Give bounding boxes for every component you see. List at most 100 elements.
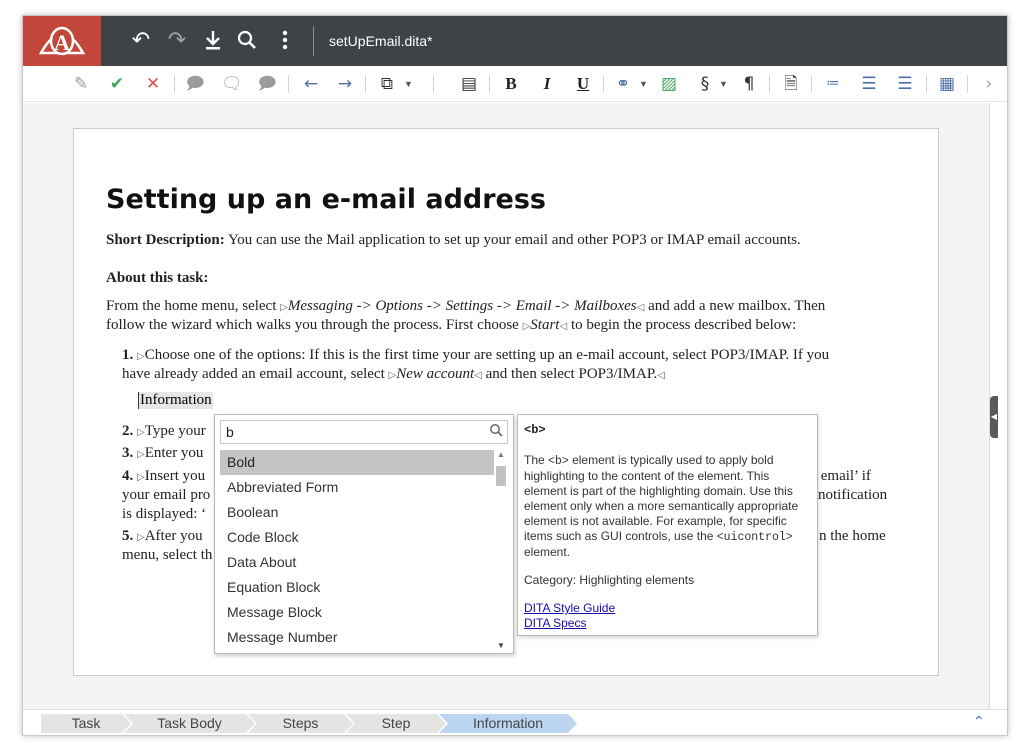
short-description-text[interactable]: You can use the Mail application to set … — [228, 232, 801, 248]
list-item[interactable]: Abbreviated Form — [220, 475, 494, 500]
accept-icon[interactable]: ✔ — [107, 73, 127, 95]
information-element[interactable]: Information — [138, 392, 213, 409]
section-icon[interactable]: § — [695, 73, 715, 95]
dita-specs-link[interactable]: DITA Specs — [524, 616, 811, 631]
breadcrumb-item-task[interactable]: Task — [41, 714, 131, 733]
list-item[interactable]: Equation Block — [220, 575, 494, 600]
editor-window: A ↶ ↷ setUpEmail.dita* ✎ ✔ ✕ 🗩 🗨 🗩 ← → ⧉… — [22, 15, 1008, 736]
breadcrumb-item-task-body[interactable]: Task Body — [124, 714, 255, 733]
svg-text:A: A — [54, 30, 70, 55]
link-icon[interactable]: ⚭ — [613, 73, 633, 95]
ordered-list-icon[interactable]: ☰ — [895, 73, 915, 95]
arrow-left-icon[interactable]: ← — [301, 73, 321, 95]
tag-open-icon: ▷ — [280, 302, 288, 313]
search-icon[interactable] — [489, 423, 503, 441]
comment-edit-icon[interactable]: 🗨 — [221, 73, 243, 95]
short-description[interactable]: Short Description: You can use the Mail … — [106, 231, 801, 250]
step-5[interactable]: 5. ▷After you — [122, 527, 203, 547]
list-item[interactable]: Message Number — [220, 625, 494, 650]
collapse-up-icon[interactable]: ⌃ — [973, 714, 985, 730]
comment-add-icon[interactable]: 🗩 — [185, 73, 205, 95]
step-5-line1-end-text[interactable]: n the home — [819, 528, 886, 544]
italic-icon[interactable]: I — [537, 73, 557, 95]
conref-icon[interactable]: 🗎 — [781, 73, 801, 95]
scroll-up-icon[interactable]: ▲ — [497, 450, 505, 459]
logo-icon[interactable]: A — [23, 16, 101, 66]
list-item[interactable]: Code Block — [220, 525, 494, 550]
step-1-line2-end[interactable]: and then select POP3/IMAP. — [486, 366, 658, 382]
menu-path[interactable]: Messaging -> Options -> Settings -> Emai… — [288, 298, 637, 314]
toolbar-separator — [433, 75, 434, 93]
step-5-line1-end[interactable]: n the home — [819, 527, 886, 546]
dita-style-guide-link[interactable]: DITA Style Guide — [524, 601, 811, 616]
bold-icon[interactable]: B — [501, 73, 521, 95]
tag-open-icon: ▷ — [137, 351, 145, 362]
scroll-thumb[interactable] — [496, 466, 506, 486]
breadcrumb: Task Task Body Steps Step Information ⌃ — [23, 709, 1007, 735]
step-4-line2-end-text[interactable]: notification — [818, 487, 887, 503]
paragraph-icon[interactable]: ¶ — [739, 73, 759, 95]
tag-close-icon: ◁ — [474, 370, 482, 381]
document-heading[interactable]: Setting up an e-mail address — [106, 184, 546, 215]
step-4-line2-end[interactable]: notification — [818, 486, 887, 505]
step-5-line1[interactable]: After you — [145, 528, 203, 544]
step-5-line2[interactable]: menu, select th — [122, 546, 212, 565]
element-search-input[interactable] — [220, 420, 508, 444]
side-panel-toggle-icon[interactable]: ◀ — [990, 396, 998, 438]
list-item[interactable]: Boolean — [220, 500, 494, 525]
review-icon[interactable]: ✎ — [71, 73, 91, 95]
copy-icon[interactable]: ⧉ — [377, 73, 397, 95]
redo-icon[interactable]: ↷ — [165, 29, 189, 53]
image-icon[interactable]: ▨ — [659, 73, 679, 95]
step-4-line3[interactable]: is displayed: ‘ — [122, 505, 206, 524]
tag-open-icon: ▷ — [137, 532, 145, 543]
unordered-list-icon[interactable]: ☰ — [859, 73, 879, 95]
tooltip-links: DITA Style Guide DITA Specs — [524, 601, 811, 631]
copy-dropdown-icon[interactable]: ▼ — [404, 74, 413, 94]
breadcrumb-item-step[interactable]: Step — [346, 714, 446, 733]
section-dropdown-icon[interactable]: ▼ — [719, 74, 728, 94]
breadcrumb-item-information[interactable]: Information — [439, 714, 577, 733]
step-4[interactable]: 4. ▷Insert you — [122, 467, 205, 487]
tag-close-icon: ◁ — [657, 370, 665, 381]
more-vertical-icon[interactable] — [273, 29, 297, 53]
search-icon[interactable] — [235, 29, 259, 53]
about-task-text[interactable]: From the home menu, select ▷Messaging ->… — [106, 297, 896, 317]
step-1-line2-start[interactable]: have already added an email account, sel… — [122, 366, 385, 382]
step-2[interactable]: 2. ▷Type your — [122, 422, 206, 442]
breadcrumb-item-steps[interactable]: Steps — [248, 714, 353, 733]
step-3[interactable]: 3. ▷Enter you — [122, 444, 203, 464]
arrow-right-icon[interactable]: → — [335, 73, 355, 95]
outline-icon[interactable]: ▤ — [459, 73, 479, 95]
reject-icon[interactable]: ✕ — [143, 73, 163, 95]
undo-icon[interactable]: ↶ — [129, 29, 153, 53]
link-dropdown-icon[interactable]: ▼ — [639, 74, 648, 94]
list-item[interactable]: Data About — [220, 550, 494, 575]
step-3-text[interactable]: Enter you — [145, 445, 204, 461]
about-line1-start[interactable]: From the home menu, select — [106, 298, 276, 314]
about-line2-start[interactable]: follow the wizard which walks you throug… — [106, 317, 519, 333]
element-list-scrollbar[interactable]: ▲ ▼ — [494, 450, 508, 650]
download-icon[interactable] — [201, 29, 225, 53]
step-1-line2[interactable]: have already added an email account, sel… — [122, 365, 665, 385]
list-item[interactable]: Bold — [220, 450, 494, 475]
list-item-icon[interactable]: ≔ — [823, 73, 843, 95]
step-1[interactable]: 1. ▷Choose one of the options: If this i… — [122, 346, 829, 366]
top-bar: A ↶ ↷ setUpEmail.dita* — [23, 16, 1007, 66]
step-number: 2. — [122, 423, 134, 439]
about-line1-end[interactable]: and add a new mailbox. Then — [648, 298, 825, 314]
step-1-line1[interactable]: Choose one of the options: If this is th… — [145, 347, 829, 363]
scroll-down-icon[interactable]: ▼ — [497, 641, 505, 650]
step-4-line1[interactable]: Insert you — [145, 468, 205, 484]
about-task-text-line2[interactable]: follow the wizard which walks you throug… — [106, 316, 796, 336]
table-icon[interactable]: ▦ — [937, 73, 957, 95]
comment-remove-icon[interactable]: 🗩 — [257, 73, 277, 95]
new-account-uicontrol[interactable]: New account — [396, 366, 474, 382]
step-4-line2[interactable]: your email pro — [122, 486, 210, 505]
list-item[interactable]: Message Block — [220, 600, 494, 625]
more-right-icon[interactable]: › — [979, 73, 999, 95]
start-uicontrol[interactable]: Start — [530, 317, 559, 333]
step-2-text[interactable]: Type your — [145, 423, 206, 439]
about-line2-end[interactable]: to begin the process described below: — [571, 317, 796, 333]
underline-icon[interactable]: U — [573, 73, 593, 95]
